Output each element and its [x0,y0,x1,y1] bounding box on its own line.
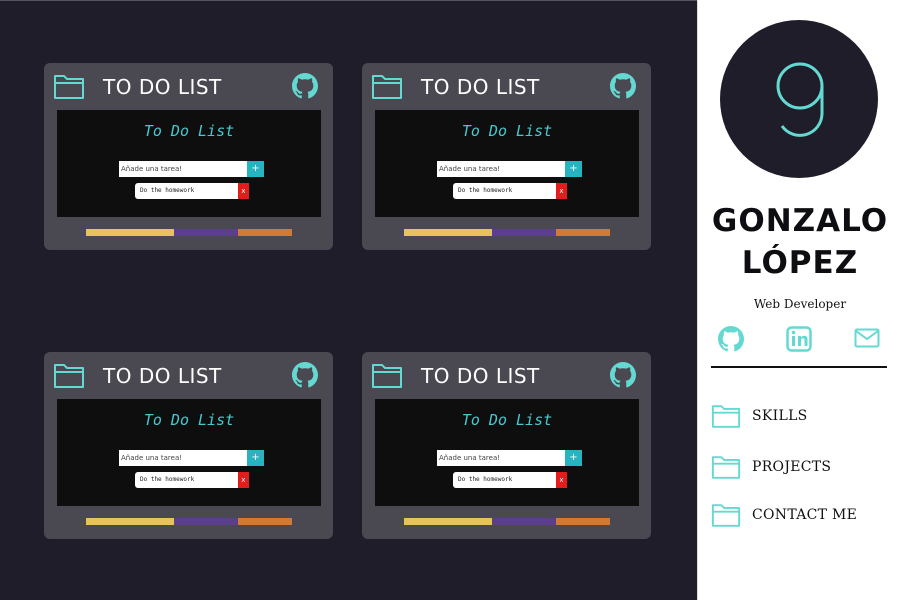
task-input[interactable]: Añade una tarea! [119,450,247,466]
project-title: TO DO LIST [103,364,222,388]
card-header: TO DO LIST [44,352,333,399]
bar-orange [238,518,292,525]
bar-yellow [404,518,492,525]
delete-task-button[interactable]: x [238,183,249,199]
nav-item-skills[interactable]: SKILLS [711,402,891,430]
project-preview: To Do List Añade una tarea! + Do the hom… [57,399,321,506]
add-task-button[interactable]: + [565,161,582,177]
nav-label-projects: PROJECTS [752,459,832,475]
bar-orange [556,518,610,525]
preview-title: To Do List [143,122,235,140]
folder-icon [711,504,741,527]
add-task-button[interactable]: + [247,161,264,177]
project-preview: To Do List Añade una tarea! + Do the hom… [375,399,639,506]
task-item: Do the homework [135,472,239,488]
folder-icon[interactable] [371,361,403,389]
task-input[interactable]: Añade una tarea! [437,161,565,177]
delete-task-button[interactable]: x [556,472,567,488]
delete-task-button[interactable]: x [556,183,567,199]
project-card[interactable]: TO DO LIST To Do List Añade una tarea! +… [44,352,333,539]
folder-icon[interactable] [53,361,85,389]
github-icon[interactable] [292,362,318,388]
project-title: TO DO LIST [103,75,222,99]
card-header: TO DO LIST [362,352,651,399]
preview-title: To Do List [461,411,553,429]
bar-purple [492,518,556,525]
bar-yellow [86,229,174,236]
project-card[interactable]: TO DO LIST To Do List Añade una tarea! +… [362,352,651,539]
folder-icon [711,405,741,428]
preview-title: To Do List [461,122,553,140]
task-item: Do the homework [453,183,557,199]
nav-label-skills: SKILLS [752,408,808,424]
project-card[interactable]: TO DO LIST To Do List Añade una tarea! +… [44,63,333,250]
bar-orange [238,229,292,236]
nav-label-contact: CONTACT ME [752,507,858,523]
task-input[interactable]: Añade una tarea! [119,161,247,177]
projects-area: TO DO LIST To Do List Añade una tarea! +… [0,0,697,600]
folder-icon [711,456,741,479]
project-card[interactable]: TO DO LIST To Do List Añade una tarea! +… [362,63,651,250]
bar-purple [174,229,238,236]
last-name: LÓPEZ [741,245,859,281]
project-title: TO DO LIST [421,75,540,99]
task-input[interactable]: Añade una tarea! [437,450,565,466]
add-task-button[interactable]: + [247,450,264,466]
first-name: GONZALO [711,203,889,239]
github-icon[interactable] [610,362,636,388]
color-bar [404,518,610,525]
task-item: Do the homework [453,472,557,488]
task-item: Do the homework [135,183,239,199]
preview-title: To Do List [143,411,235,429]
card-header: TO DO LIST [44,63,333,110]
bar-yellow [86,518,174,525]
color-bar [86,518,292,525]
bar-purple [492,229,556,236]
bar-purple [174,518,238,525]
mail-icon[interactable] [854,328,880,348]
nav-item-contact[interactable]: CONTACT ME [711,501,891,529]
github-icon[interactable] [292,73,318,99]
card-header: TO DO LIST [362,63,651,110]
color-bar [86,229,292,236]
job-title: Web Developer [753,297,847,311]
delete-task-button[interactable]: x [238,472,249,488]
add-task-button[interactable]: + [565,450,582,466]
linkedin-icon[interactable] [786,326,812,352]
color-bar [404,229,610,236]
sidebar-divider [711,366,887,368]
folder-icon[interactable] [371,72,403,100]
folder-icon[interactable] [53,72,85,100]
project-preview: To Do List Añade una tarea! + Do the hom… [375,110,639,217]
bar-yellow [404,229,492,236]
nav-item-projects[interactable]: PROJECTS [711,453,891,481]
bar-orange [556,229,610,236]
project-preview: To Do List Añade una tarea! + Do the hom… [57,110,321,217]
g-logo-icon [720,20,878,178]
profile-sidebar: GONZALO LÓPEZ Web Developer SKILLS PROJE… [697,0,901,600]
github-icon[interactable] [718,326,744,352]
github-icon[interactable] [610,73,636,99]
project-title: TO DO LIST [421,364,540,388]
